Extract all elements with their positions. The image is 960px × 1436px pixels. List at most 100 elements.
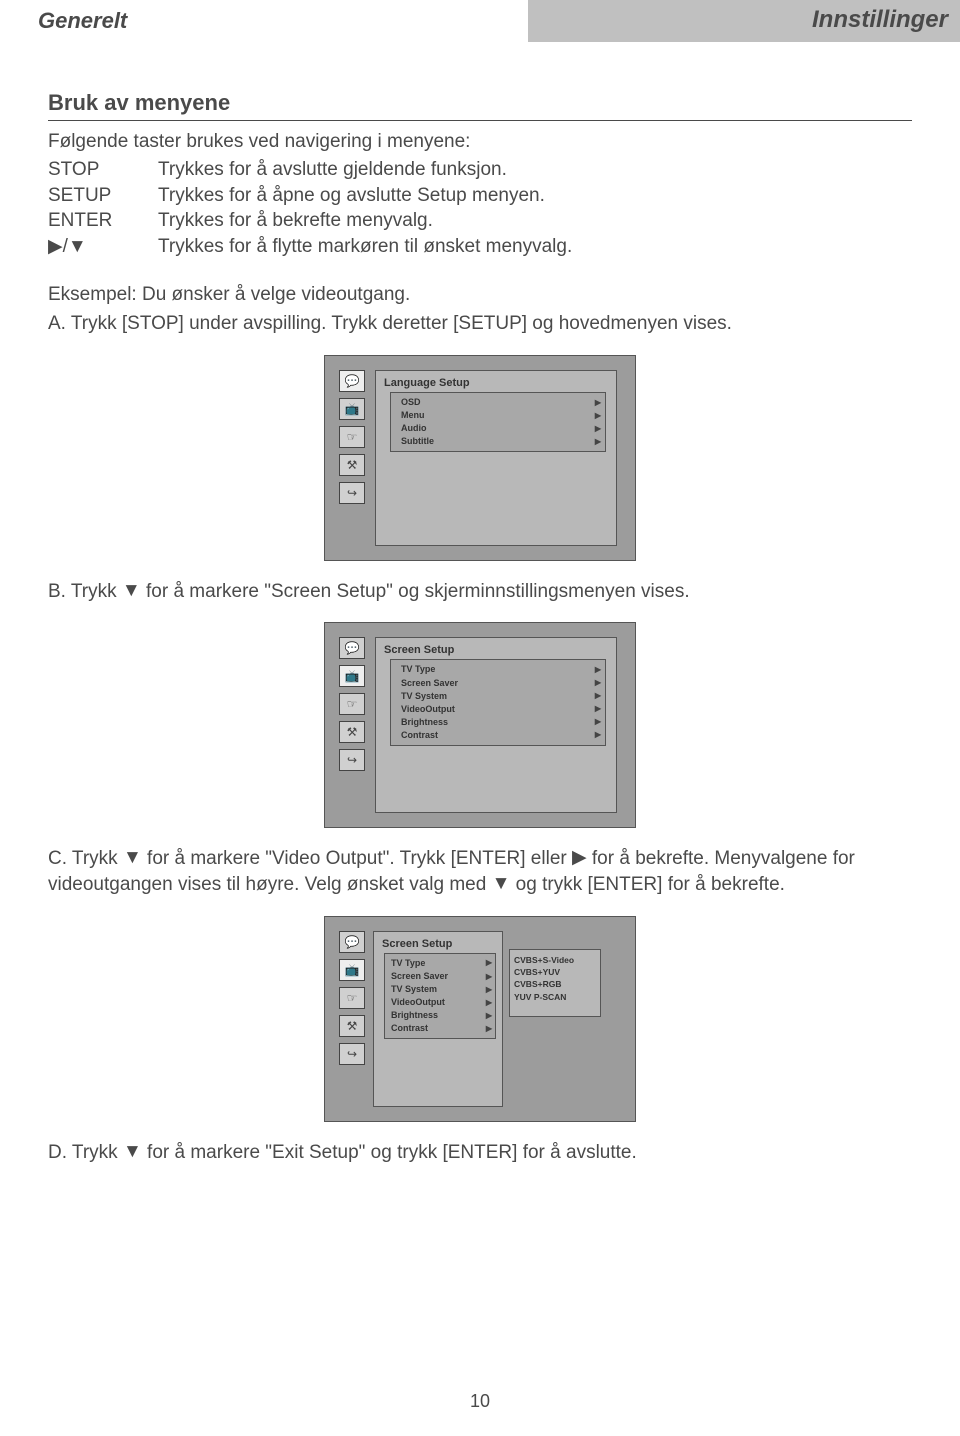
menu-c-box: 💬 📺 ☞ ⚒ ↪ Screen Setup TV Type▶ Screen S… (324, 916, 636, 1122)
menu-item-label: TV System (391, 983, 437, 996)
key-desc: Trykkes for å bekrefte menyvalg. (158, 208, 912, 234)
hand-icon: ☞ (339, 987, 365, 1009)
down-arrow-icon: ▼ (123, 847, 142, 868)
menu-item-label: Screen Saver (391, 970, 448, 983)
key-row: SETUP Trykkes for å åpne og avslutte Set… (48, 183, 912, 209)
chevron-right-icon: ▶ (486, 984, 492, 996)
menu-item-label: TV Type (401, 663, 435, 676)
chevron-right-icon: ▶ (486, 1023, 492, 1035)
chevron-right-icon: ▶ (595, 729, 601, 741)
menu-item-label: TV System (401, 690, 447, 703)
exit-icon: ↪ (339, 749, 365, 771)
chevron-right-icon: ▶ (595, 703, 601, 715)
chevron-right-icon: ▶ (595, 677, 601, 689)
key-name: STOP (48, 157, 158, 183)
step-c-seg: for å markere "Video Output". Trykk [ENT… (142, 848, 572, 869)
menu-item: TV Type ▶ (401, 663, 601, 676)
menu-item: Contrast ▶ (391, 1022, 492, 1035)
key-desc: Trykkes for å avslutte gjeldende funksjo… (158, 157, 912, 183)
wrench-icon: ⚒ (339, 1015, 365, 1037)
menu-item-label: TV Type (391, 957, 425, 970)
key-name: SETUP (48, 183, 158, 209)
exit-icon: ↪ (339, 1043, 365, 1065)
step-b-post: for å markere "Screen Setup" og skjermin… (141, 581, 690, 602)
menu-item: Subtitle▶ (401, 435, 601, 448)
exit-icon: ↪ (339, 482, 365, 504)
menu-sub-item: CVBS+YUV (514, 966, 596, 978)
chevron-right-icon: ▶ (486, 1010, 492, 1022)
chevron-right-icon: ▶ (595, 716, 601, 728)
page-number: 10 (0, 1391, 960, 1412)
chevron-right-icon: ▶ (595, 410, 601, 422)
chevron-right-icon: ▶ (486, 971, 492, 983)
step-d-pre: D. Trykk (48, 1142, 123, 1163)
menu-item-label: Brightness (401, 716, 448, 729)
key-row: ▶/▼ Trykkes for å flytte markøren til øn… (48, 234, 912, 260)
menu-a-title: Language Setup (376, 375, 616, 392)
menu-item-label: Contrast (401, 729, 438, 742)
menu-b-panel: Screen Setup TV Type ▶ Screen Saver ▶ TV S… (375, 637, 617, 813)
key-row: ENTER Trykkes for å bekrefte menyvalg. (48, 208, 912, 234)
section-title: Bruk av menyene (48, 90, 912, 121)
menu-c-title: Screen Setup (374, 936, 502, 953)
menu-item-label: OSD (401, 396, 421, 409)
header-left-title: Generelt (0, 0, 528, 42)
menu-c-panel: Screen Setup TV Type▶ Screen Saver▶ TV S… (373, 931, 503, 1107)
key-name: ENTER (48, 208, 158, 234)
key-desc: Trykkes for å åpne og avslutte Setup men… (158, 183, 912, 209)
menu-b-box: 💬 📺 ☞ ⚒ ↪ Screen Setup TV Type ▶ Screen S… (324, 622, 636, 828)
hand-icon: ☞ (339, 693, 365, 715)
example-intro: Eksempel: Du ønsker å velge videoutgang. (48, 282, 912, 308)
menu-item: Brightness ▶ (401, 716, 601, 729)
menu-sub-item: CVBS+S-Video (514, 954, 596, 966)
menu-sub-item: CVBS+RGB (514, 978, 596, 990)
menu-item: Contrast ▶ (401, 729, 601, 742)
intro-text: Følgende taster brukes ved navigering i … (48, 131, 912, 153)
chevron-right-icon: ▶ (595, 397, 601, 409)
menu-sub-item: YUV P-SCAN (514, 991, 596, 1003)
hand-icon: ☞ (339, 426, 365, 448)
menu-item: Screen Saver ▶ (401, 677, 601, 690)
menu-item-label: Contrast (391, 1022, 428, 1035)
menu-item-label: Screen Saver (401, 677, 458, 690)
wrench-icon: ⚒ (339, 721, 365, 743)
chevron-right-icon: ▶ (595, 436, 601, 448)
menu-a-panel: Language Setup OSD ▶ Menu ▶ Audio▶ Subtitl… (375, 370, 617, 546)
key-table: STOP Trykkes for å avslutte gjeldende fu… (48, 157, 912, 260)
step-c: C. Trykk ▼ for å markere "Video Output".… (48, 846, 912, 897)
key-row: STOP Trykkes for å avslutte gjeldende fu… (48, 157, 912, 183)
chevron-right-icon: ▶ (595, 423, 601, 435)
menu-c-subpanel: CVBS+S-Video CVBS+YUV CVBS+RGB YUV P-SCA… (509, 949, 601, 1017)
step-c-seg: C. Trykk (48, 848, 123, 869)
menu-item: TV Type▶ (391, 957, 492, 970)
page-header: Generelt Innstillinger (0, 0, 960, 42)
step-b: B. Trykk ▼ for å markere "Screen Setup" … (48, 579, 912, 605)
tv-icon: 📺 (339, 665, 365, 687)
menu-item: TV System ▶ (401, 690, 601, 703)
menu-b-holder: 💬 📺 ☞ ⚒ ↪ Screen Setup TV Type ▶ Screen S… (48, 622, 912, 828)
page-content: Bruk av menyene Følgende taster brukes v… (0, 42, 960, 1185)
menu-item: TV System ▶ (391, 983, 492, 996)
chevron-right-icon: ▶ (595, 664, 601, 676)
speech-icon: 💬 (339, 931, 365, 953)
step-c-seg: og trykk [ENTER] for å bekrefte. (510, 874, 785, 895)
menu-item-label: Menu (401, 409, 425, 422)
menu-a-holder: 💬 📺 ☞ ⚒ ↪ Language Setup OSD▶ Menu▶ Audi… (48, 355, 912, 561)
menu-item: VideoOutput▶ (391, 996, 492, 1009)
speech-icon: 💬 (339, 637, 365, 659)
key-name-arrows: ▶/▼ (48, 234, 158, 260)
menu-item-label: Brightness (391, 1009, 438, 1022)
menu-b-icons: 💬 📺 ☞ ⚒ ↪ (339, 637, 367, 813)
step-d: D. Trykk ▼ for å markere "Exit Setup" og… (48, 1140, 912, 1166)
key-desc: Trykkes for å flytte markøren til ønsket… (158, 234, 912, 260)
menu-item: Audio▶ (401, 422, 601, 435)
chevron-right-icon: ▶ (486, 997, 492, 1009)
tv-icon: 📺 (339, 398, 365, 420)
menu-b-list: TV Type ▶ Screen Saver ▶ TV System ▶ VideoO… (390, 659, 606, 745)
menu-b-title: Screen Setup (376, 642, 616, 659)
menu-item: OSD ▶ (401, 396, 601, 409)
right-arrow-icon: ▶ (572, 847, 587, 868)
chevron-right-icon: ▶ (595, 690, 601, 702)
menu-item: VideoOutput▶ (401, 703, 601, 716)
menu-c-holder: 💬 📺 ☞ ⚒ ↪ Screen Setup TV Type▶ Screen S… (48, 916, 912, 1122)
